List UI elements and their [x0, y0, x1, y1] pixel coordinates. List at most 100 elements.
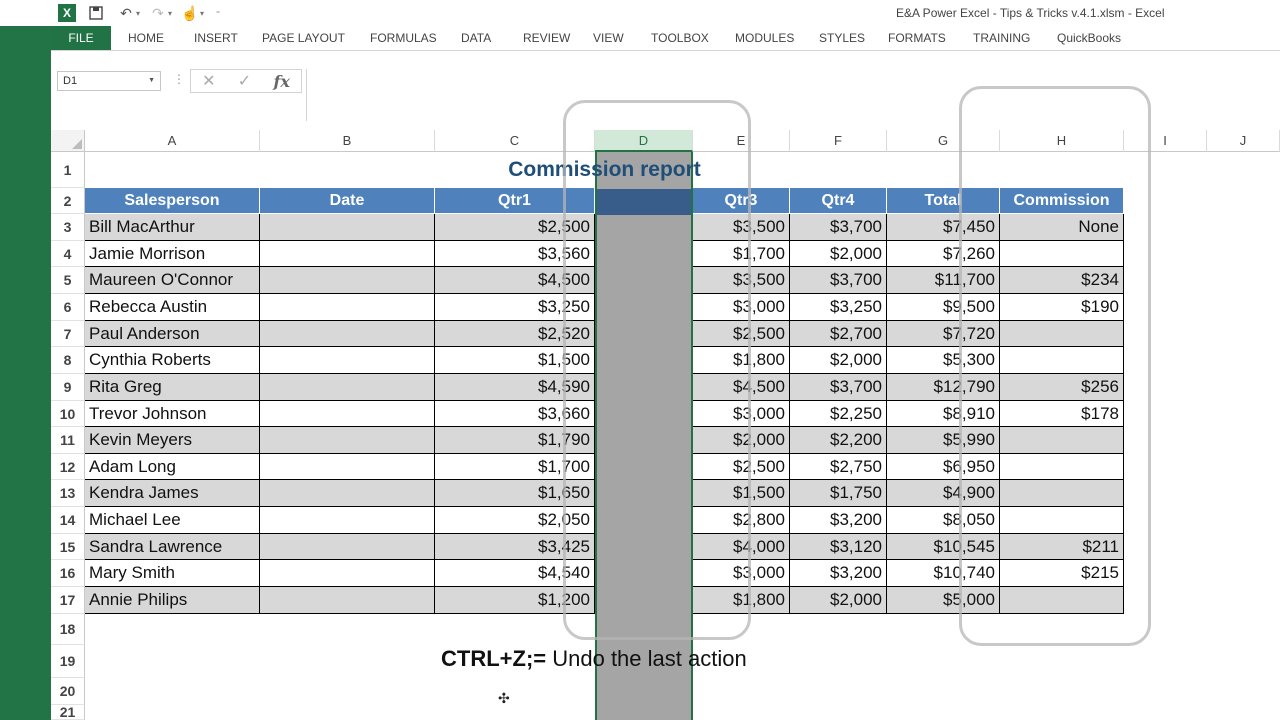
- table-cell[interactable]: $256: [1000, 374, 1124, 401]
- table-cell[interactable]: [260, 507, 435, 534]
- report-title[interactable]: Commission report: [85, 152, 1124, 188]
- table-cell[interactable]: $2,800: [693, 507, 790, 534]
- table-cell[interactable]: $10,740: [887, 560, 1000, 587]
- table-cell[interactable]: $3,120: [790, 534, 887, 560]
- tab-data[interactable]: DATA: [461, 26, 491, 50]
- row-header-16[interactable]: 16: [51, 560, 85, 587]
- row-header-20[interactable]: 20: [51, 678, 85, 705]
- tab-formats[interactable]: FORMATS: [888, 26, 946, 50]
- header-cell-b[interactable]: Date: [260, 188, 435, 214]
- table-cell[interactable]: $4,900: [887, 480, 1000, 507]
- row-header-21[interactable]: 21: [51, 704, 85, 720]
- table-cell[interactable]: $1,200: [435, 587, 595, 614]
- table-cell[interactable]: [260, 560, 435, 587]
- table-cell[interactable]: [260, 347, 435, 374]
- column-header-g[interactable]: G: [887, 130, 1000, 152]
- tab-home[interactable]: HOME: [128, 26, 164, 50]
- table-cell[interactable]: $1,500: [435, 347, 595, 374]
- table-cell[interactable]: $1,650: [435, 480, 595, 507]
- table-cell[interactable]: [1000, 507, 1124, 534]
- tab-styles[interactable]: STYLES: [819, 26, 865, 50]
- undo-icon[interactable]: ↶: [116, 3, 136, 23]
- table-cell[interactable]: [260, 427, 435, 454]
- table-cell[interactable]: $1,800: [693, 347, 790, 374]
- insert-function-icon[interactable]: fx: [273, 72, 289, 91]
- row-header-2[interactable]: 2: [51, 188, 85, 214]
- table-cell[interactable]: $2,700: [790, 321, 887, 347]
- table-cell[interactable]: [1000, 321, 1124, 347]
- row-header-9[interactable]: 9: [51, 374, 85, 401]
- name-box-dropdown-icon[interactable]: ▼: [148, 77, 155, 84]
- table-cell[interactable]: $1,790: [435, 427, 595, 454]
- table-cell[interactable]: $4,500: [693, 374, 790, 401]
- table-cell[interactable]: $2,500: [435, 214, 595, 241]
- tab-formulas[interactable]: FORMULAS: [370, 26, 437, 50]
- enter-icon[interactable]: ✓: [238, 71, 251, 91]
- touch-mode-icon[interactable]: ☝: [180, 3, 200, 23]
- cancel-icon[interactable]: ✕: [202, 71, 215, 91]
- table-cell[interactable]: [260, 587, 435, 614]
- table-cell[interactable]: $215: [1000, 560, 1124, 587]
- table-cell[interactable]: Michael Lee: [85, 507, 260, 534]
- table-cell[interactable]: $3,660: [435, 401, 595, 427]
- tab-quickbooks[interactable]: QuickBooks: [1057, 26, 1121, 50]
- header-cell-g[interactable]: Total: [887, 188, 1000, 214]
- header-cell-f[interactable]: Qtr4: [790, 188, 887, 214]
- column-header-f[interactable]: F: [790, 130, 887, 152]
- touch-dropdown-icon[interactable]: ▾: [200, 9, 204, 18]
- table-cell[interactable]: Jamie Morrison: [85, 241, 260, 267]
- table-cell[interactable]: $10,545: [887, 534, 1000, 560]
- header-cell-c[interactable]: Qtr1: [435, 188, 595, 214]
- table-cell[interactable]: $2,500: [693, 321, 790, 347]
- table-cell[interactable]: $5,300: [887, 347, 1000, 374]
- header-cell-a[interactable]: Salesperson: [85, 188, 260, 214]
- table-cell[interactable]: $2,200: [790, 427, 887, 454]
- column-header-e[interactable]: E: [693, 130, 790, 152]
- table-cell[interactable]: $2,520: [435, 321, 595, 347]
- table-cell[interactable]: $2,500: [693, 454, 790, 480]
- table-cell[interactable]: $5,990: [887, 427, 1000, 454]
- tab-training[interactable]: TRAINING: [973, 26, 1030, 50]
- selected-column-d[interactable]: [595, 152, 693, 720]
- table-cell[interactable]: $2,000: [790, 347, 887, 374]
- table-cell[interactable]: $11,700: [887, 267, 1000, 294]
- table-cell[interactable]: Mary Smith: [85, 560, 260, 587]
- table-cell[interactable]: $5,000: [887, 587, 1000, 614]
- table-cell[interactable]: [260, 480, 435, 507]
- undo-dropdown-icon[interactable]: ▾: [136, 9, 140, 18]
- table-cell[interactable]: [260, 294, 435, 321]
- table-cell[interactable]: [1000, 480, 1124, 507]
- row-header-5[interactable]: 5: [51, 267, 85, 294]
- column-header-b[interactable]: B: [260, 130, 435, 152]
- table-cell[interactable]: $190: [1000, 294, 1124, 321]
- table-cell[interactable]: $3,000: [693, 560, 790, 587]
- table-cell[interactable]: [1000, 347, 1124, 374]
- table-cell[interactable]: $3,700: [790, 374, 887, 401]
- table-cell[interactable]: $211: [1000, 534, 1124, 560]
- table-cell[interactable]: $7,260: [887, 241, 1000, 267]
- row-header-8[interactable]: 8: [51, 347, 85, 374]
- table-cell[interactable]: $4,540: [435, 560, 595, 587]
- table-cell[interactable]: $3,500: [693, 267, 790, 294]
- table-cell[interactable]: $1,700: [693, 241, 790, 267]
- header-cell-e[interactable]: Qtr3: [693, 188, 790, 214]
- table-cell[interactable]: $3,560: [435, 241, 595, 267]
- table-cell[interactable]: $1,750: [790, 480, 887, 507]
- table-cell[interactable]: [1000, 427, 1124, 454]
- row-header-13[interactable]: 13: [51, 480, 85, 507]
- tab-review[interactable]: REVIEW: [523, 26, 570, 50]
- column-header-j[interactable]: J: [1207, 130, 1280, 152]
- table-cell[interactable]: Paul Anderson: [85, 321, 260, 347]
- table-cell[interactable]: $3,700: [790, 267, 887, 294]
- row-header-12[interactable]: 12: [51, 454, 85, 480]
- table-cell[interactable]: [260, 241, 435, 267]
- table-cell[interactable]: $9,500: [887, 294, 1000, 321]
- table-cell[interactable]: $6,950: [887, 454, 1000, 480]
- table-cell[interactable]: $2,050: [435, 507, 595, 534]
- row-header-6[interactable]: 6: [51, 294, 85, 321]
- table-cell[interactable]: $3,425: [435, 534, 595, 560]
- table-cell[interactable]: $2,750: [790, 454, 887, 480]
- table-cell[interactable]: $178: [1000, 401, 1124, 427]
- header-cell-h[interactable]: Commission: [1000, 188, 1124, 214]
- column-header-d[interactable]: D: [595, 130, 693, 152]
